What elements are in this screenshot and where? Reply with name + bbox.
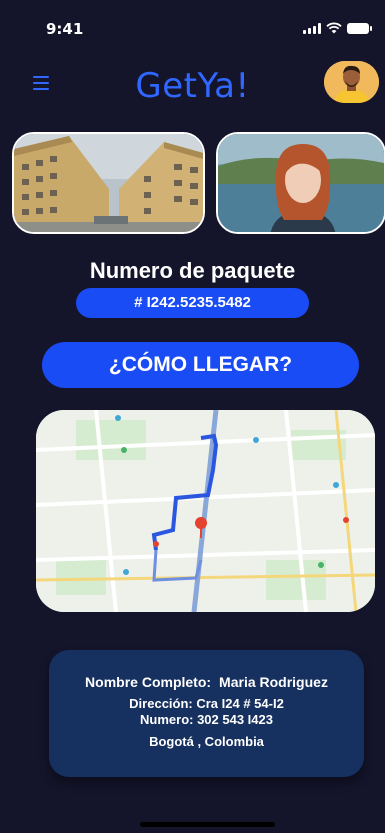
building-photo bbox=[12, 132, 205, 234]
route-map[interactable] bbox=[36, 410, 375, 612]
status-icons bbox=[303, 22, 372, 34]
how-to-arrive-button[interactable]: ¿CÓMO LLEGAR? bbox=[42, 342, 359, 388]
avatar[interactable] bbox=[324, 61, 379, 103]
home-indicator bbox=[140, 822, 275, 827]
status-bar: 9:41 bbox=[0, 0, 385, 44]
signal-icon bbox=[303, 23, 321, 34]
recipient-photo bbox=[216, 132, 385, 234]
package-title: Numero de paquete bbox=[89, 258, 296, 283]
city-line: Bogotá , Colombia bbox=[149, 734, 264, 749]
full-name-label: Nombre Completo: bbox=[85, 674, 212, 690]
avatar-photo bbox=[324, 61, 379, 103]
map-image bbox=[36, 410, 375, 612]
status-time: 9:41 bbox=[46, 20, 84, 38]
battery-icon bbox=[347, 23, 372, 34]
package-number: # I242.5235.5482 bbox=[76, 288, 309, 318]
full-name-row: Nombre Completo: Maria Rodriguez bbox=[49, 674, 364, 690]
address-line: Dirección: Cra I24 # 54-I2 bbox=[129, 696, 284, 711]
wifi-icon bbox=[326, 22, 342, 34]
phone-line: Numero: 302 543 I423 bbox=[140, 712, 273, 727]
contact-card: Nombre Completo: Maria Rodriguez Direcció… bbox=[49, 650, 364, 777]
full-name-value: Maria Rodriguez bbox=[219, 674, 328, 690]
